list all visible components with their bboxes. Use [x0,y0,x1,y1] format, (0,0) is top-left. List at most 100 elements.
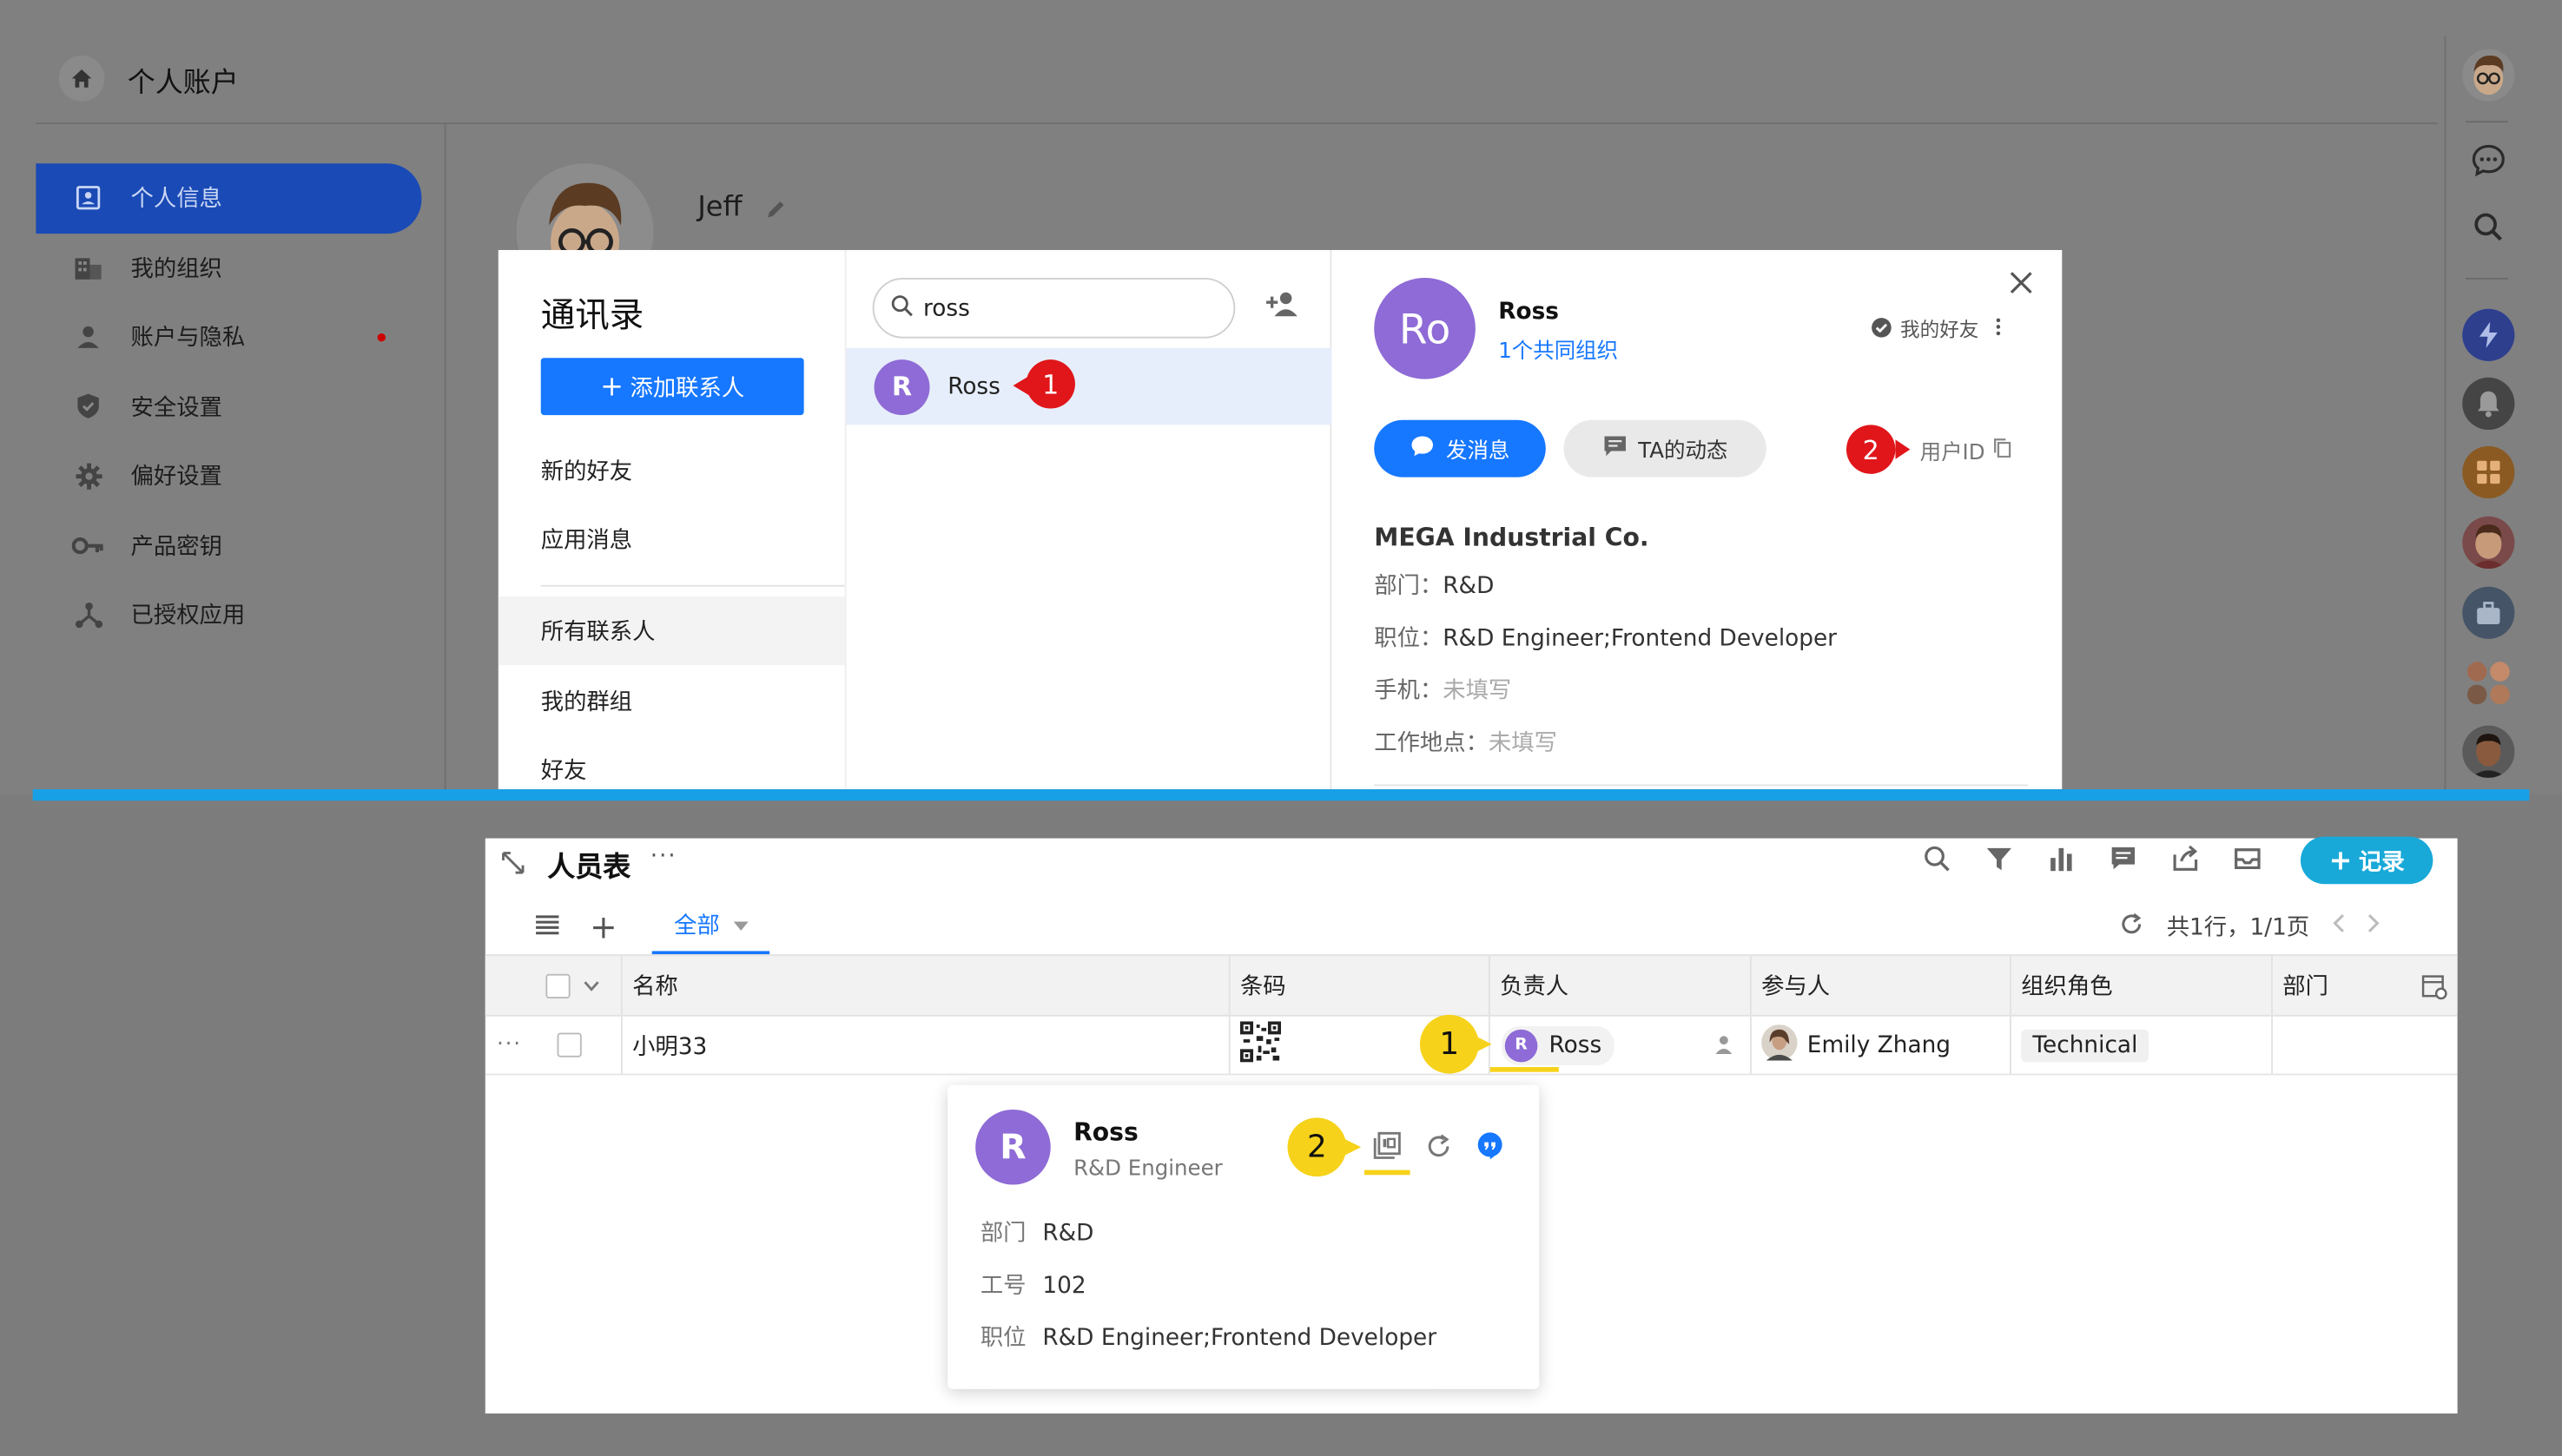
menu-friends[interactable]: 好友 [499,735,845,789]
chevron-down-icon[interactable] [584,972,600,998]
search-value: ross [922,294,970,321]
marker-pointer-icon [1895,439,1911,459]
list-icon[interactable] [534,912,560,943]
sidebar-item-authorized-apps[interactable]: 已授权应用 [36,580,421,649]
column-settings-icon[interactable] [2421,974,2447,1007]
field-position: 职位：R&D Engineer;Frontend Developer [1374,625,1838,652]
avatar: R [975,1109,1051,1185]
search-icon[interactable] [1923,845,1951,880]
bell-app-icon[interactable] [2462,377,2515,431]
column-header-org-role[interactable]: 组织角色 [2011,956,2273,1015]
key-icon [71,529,105,562]
sidebar-item-label: 已授权应用 [130,603,246,630]
select-all-checkbox[interactable] [545,972,571,998]
page-header: 个人账户 [36,36,2439,125]
add-view-icon[interactable]: + [590,907,617,946]
activity-button[interactable]: TA的动态 [1563,419,1766,478]
cell-department[interactable] [2273,1017,2458,1074]
filter-icon[interactable] [1985,845,2013,880]
member-avatar[interactable] [2462,725,2515,778]
member-avatar[interactable] [2462,516,2515,569]
contacts-nav: 通讯录 + 添加联系人 新的好友 应用消息 所有联系人 我的群组 好友 [498,249,845,790]
inbox-icon[interactable] [2234,845,2262,880]
menu-new-friends[interactable]: 新的好友 [499,437,845,505]
id-card-icon[interactable] [1372,1130,1402,1166]
sidebar-item-organization[interactable]: 我的组织 [36,233,421,302]
sidebar-item-label: 账户与隐私 [130,326,246,352]
pagination-text: 共1行，1/1页 [2166,915,2310,942]
participant-name: Emily Zhang [1806,1031,1951,1058]
more-vertical-icon[interactable] [1995,317,2002,341]
send-message-button[interactable]: 发消息 [1374,419,1546,478]
chat-icon[interactable] [2462,134,2514,186]
column-header-department[interactable]: 部门 [2273,956,2458,1015]
add-contact-button[interactable]: + 添加联系人 [540,358,804,416]
cell-owner[interactable]: R Ross [1490,1016,1752,1074]
column-header-barcode[interactable]: 条码 [1231,956,1490,1015]
check-circle-icon [1871,316,1892,342]
search-result-row[interactable]: R Ross [846,347,1332,425]
search-icon[interactable] [2462,201,2514,254]
sidebar-item-product-key[interactable]: 产品密钥 [36,511,421,580]
menu-app-messages[interactable]: 应用消息 [499,505,845,574]
avatar [1761,1024,1798,1066]
column-header-participant[interactable]: 参与人 [1752,956,2011,1015]
search-input[interactable]: ross [872,277,1236,339]
person-icon[interactable] [1714,1034,1734,1060]
bar-chart-icon[interactable] [2047,845,2075,880]
view-bar: + 全部 共1行，1/1页 [485,897,2458,955]
card-role: R&D Engineer [1073,1156,1223,1182]
sidebar-item-security[interactable]: 安全设置 [36,372,421,441]
row-select-cell: ··· [485,1016,623,1074]
column-header-owner[interactable]: 负责人 [1490,956,1752,1015]
row-more-icon[interactable]: ··· [497,1033,522,1057]
cell-participant[interactable]: Emily Zhang [1752,1016,2011,1074]
add-record-label: 记录 [2359,848,2405,875]
marker-2: 2 [1287,1117,1347,1177]
column-header-name[interactable]: 名称 [623,956,1231,1015]
sidebar-item-preferences[interactable]: 偏好设置 [36,441,421,511]
close-icon[interactable] [2010,270,2032,301]
home-icon[interactable] [58,55,105,102]
right-rail [2444,36,2526,794]
sidebar-item-profile[interactable]: 个人信息 [36,163,422,234]
cell-org-role[interactable]: Technical [2011,1016,2273,1074]
quote-bubble-icon[interactable] [1476,1130,1505,1166]
group-avatar[interactable] [2462,657,2514,709]
lightning-app-icon[interactable] [2462,308,2515,361]
menu-my-groups[interactable]: 我的群组 [499,667,845,735]
owner-chip[interactable]: R Ross [1501,1025,1615,1065]
marker-pointer-icon [1475,1036,1492,1053]
expand-icon[interactable] [502,850,525,881]
pencil-icon[interactable] [764,196,787,227]
refresh-icon[interactable] [2119,911,2143,942]
chevron-left-icon[interactable] [2333,913,2346,939]
person-icon [72,320,105,353]
comment-icon[interactable] [2110,845,2137,880]
menu-all-contacts[interactable]: 所有联系人 [498,596,845,666]
marker-pointer-icon [1344,1138,1362,1156]
sidebar-item-label: 产品密钥 [130,533,222,561]
cell-name[interactable]: 小明33 [623,1016,1231,1074]
add-record-button[interactable]: + 记录 [2300,836,2433,885]
shared-orgs-link[interactable]: 1个共同组织 [1498,333,1618,364]
marker-1: 1 [1419,1014,1479,1074]
content-divider [444,124,446,794]
tab-all[interactable]: 全部 [651,897,770,955]
refresh-icon[interactable] [1425,1131,1453,1166]
plus-icon: + [600,370,624,403]
account-page: 个人账户 个人信息 我的组织 账户与隐私 安全设置 偏好设置 产品密钥 已授权应… [0,0,2562,794]
chevron-right-icon[interactable] [2368,913,2381,939]
friend-label: 我的好友 [1900,319,1979,342]
user-avatar[interactable] [2462,49,2515,102]
row-checkbox[interactable] [558,1032,583,1057]
share-icon[interactable] [2171,845,2199,880]
participant-chip[interactable]: Emily Zhang [1761,1024,1951,1066]
sidebar-item-privacy[interactable]: 账户与隐私 [36,302,421,372]
add-person-icon[interactable] [1264,291,1300,324]
more-icon[interactable]: ··· [650,843,677,869]
building-icon [72,251,105,284]
briefcase-app-icon[interactable] [2462,586,2515,639]
user-id-copy[interactable]: 用户ID [1920,435,2011,465]
grid-app-icon[interactable] [2462,445,2515,499]
